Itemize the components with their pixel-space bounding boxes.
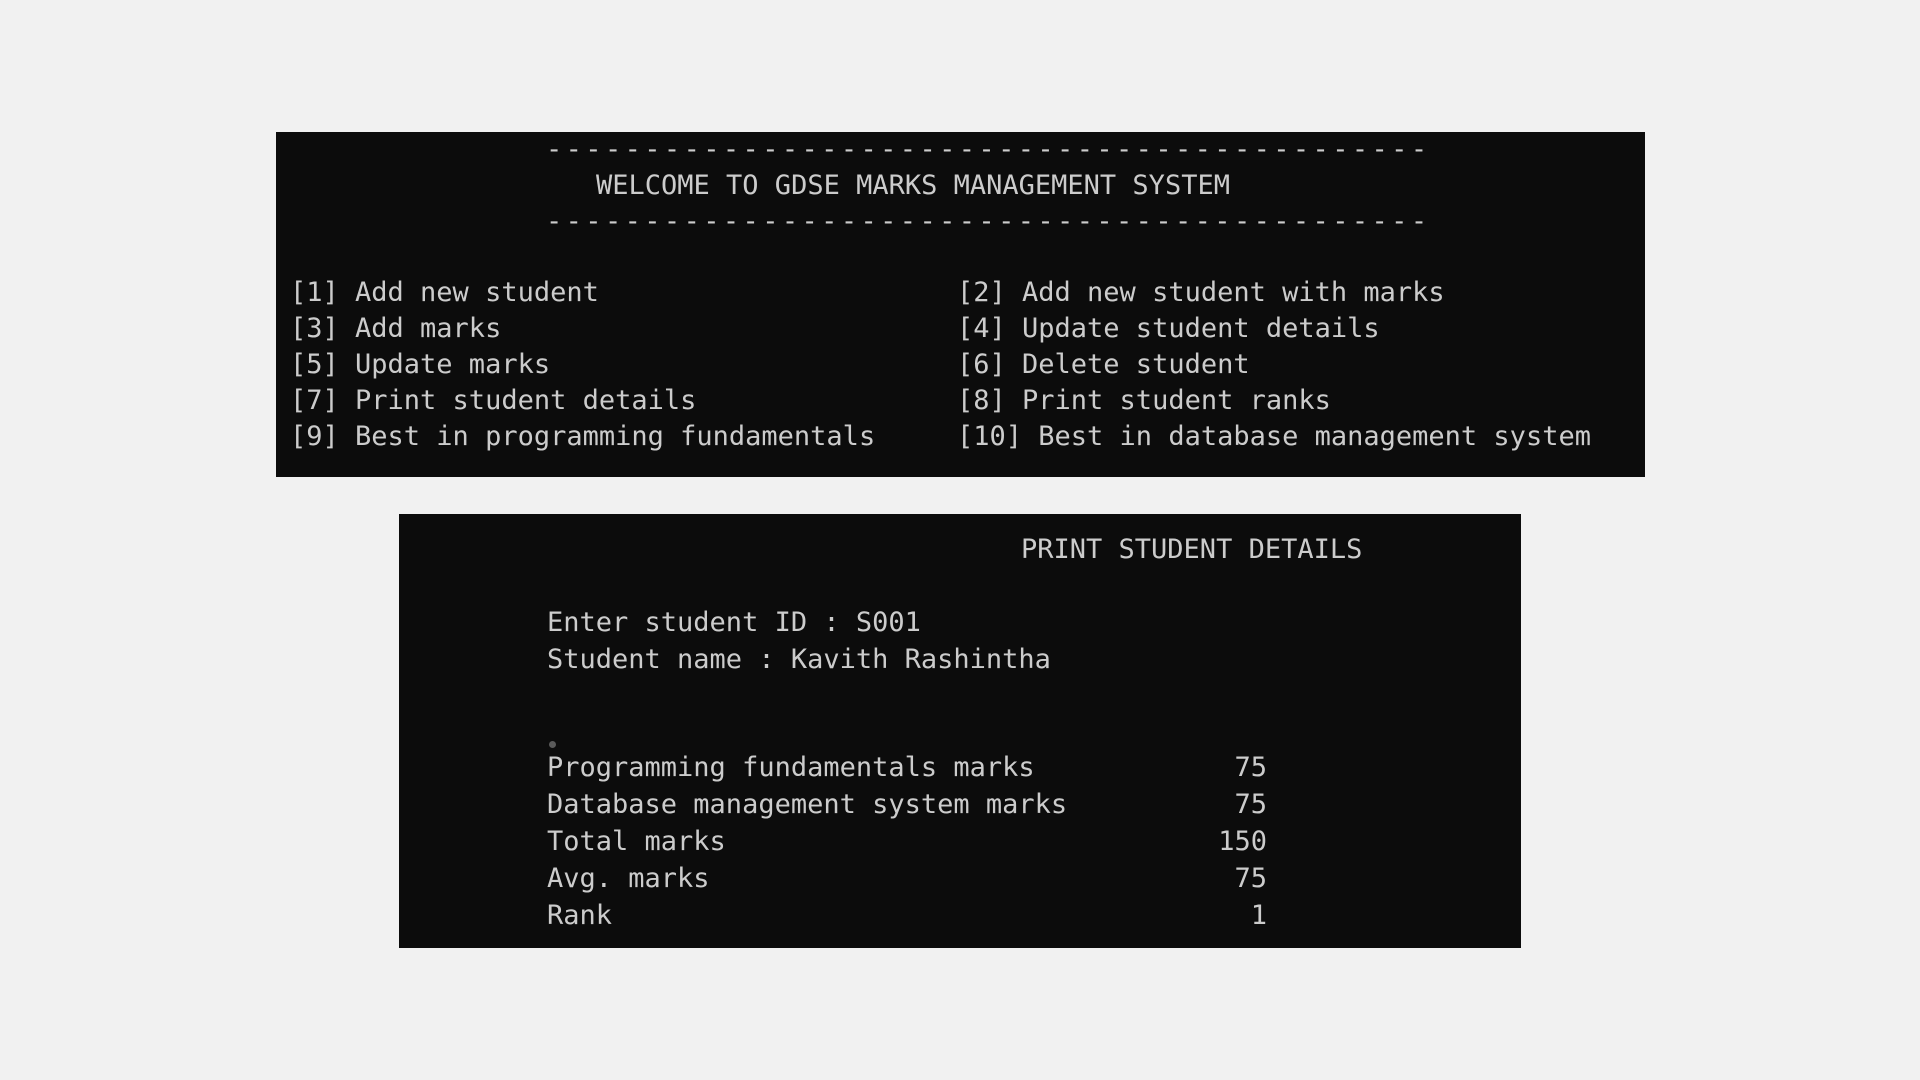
pf-marks-value: 75: [1234, 752, 1267, 783]
menu-option-add-new-student-with-marks: [2] Add new student with marks: [957, 277, 1445, 308]
details-terminal-window: PRINT STUDENT DETAILS Enter student ID :…: [399, 514, 1521, 948]
dbms-marks-value: 75: [1234, 789, 1267, 820]
menu-bottom-separator: ----------------------------------------…: [546, 206, 1431, 237]
menu-option-update-student-details: [4] Update student details: [957, 313, 1380, 344]
avg-marks-value: 75: [1234, 863, 1267, 894]
menu-terminal-window: ----------------------------------------…: [276, 132, 1645, 477]
total-marks-label: Total marks: [547, 826, 726, 857]
dbms-marks-label: Database management system marks: [547, 789, 1068, 820]
details-title: PRINT STUDENT DETAILS: [1021, 534, 1363, 565]
student-name-line: Student name : Kavith Rashintha: [547, 644, 1051, 675]
student-id-prompt: Enter student ID : S001: [547, 607, 921, 638]
menu-option-print-student-details: [7] Print student details: [290, 385, 697, 416]
cursor-dot: [549, 741, 556, 748]
total-marks-value: 150: [1218, 826, 1267, 857]
menu-option-best-in-programming-fundamentals: [9] Best in programming fundamentals: [290, 421, 876, 452]
rank-value: 1: [1250, 900, 1267, 931]
menu-option-delete-student: [6] Delete student: [957, 349, 1250, 380]
rank-label: Rank: [547, 900, 613, 931]
menu-top-separator: ----------------------------------------…: [546, 134, 1431, 165]
menu-title: WELCOME TO GDSE MARKS MANAGEMENT SYSTEM: [596, 170, 1230, 201]
avg-marks-label: Avg. marks: [547, 863, 710, 894]
pf-marks-label: Programming fundamentals marks: [547, 752, 1035, 783]
menu-option-add-marks: [3] Add marks: [290, 313, 502, 344]
menu-option-update-marks: [5] Update marks: [290, 349, 551, 380]
menu-option-best-in-database-management-system: [10] Best in database management system: [957, 421, 1591, 452]
menu-option-add-new-student: [1] Add new student: [290, 277, 599, 308]
menu-option-print-student-ranks: [8] Print student ranks: [957, 385, 1331, 416]
